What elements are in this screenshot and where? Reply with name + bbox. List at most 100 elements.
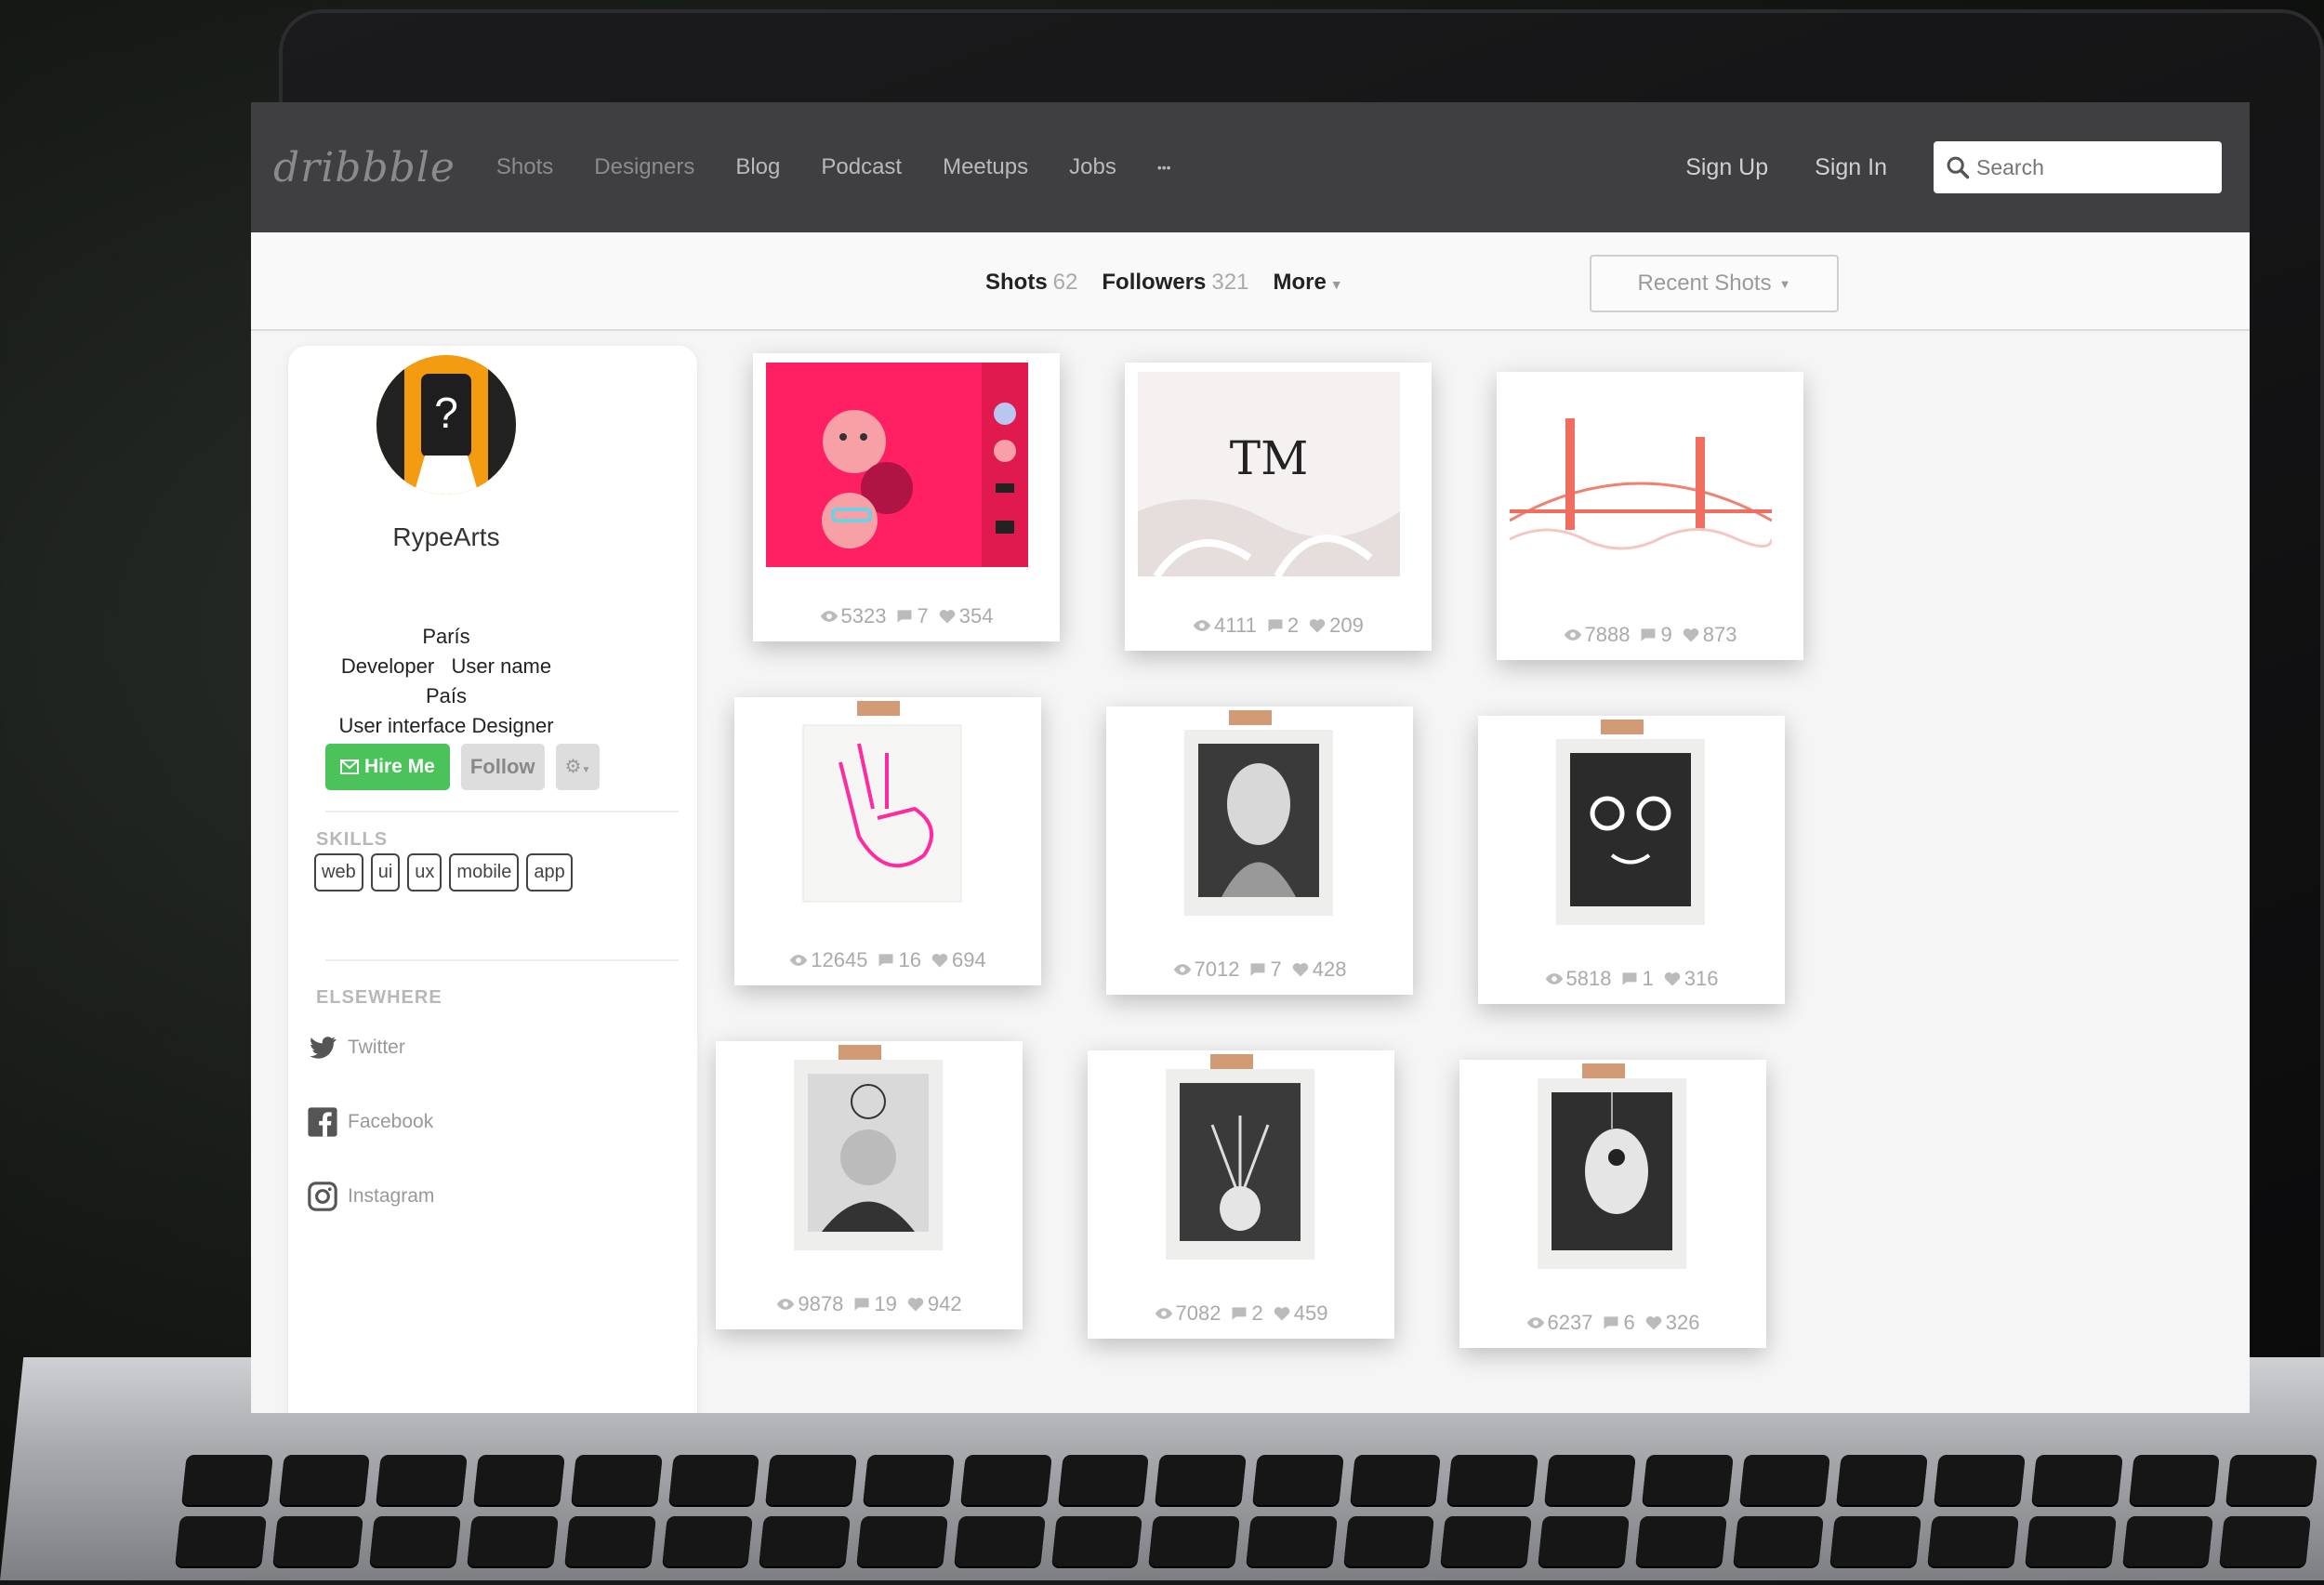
skill-tag[interactable]: app	[526, 853, 573, 892]
tab-more[interactable]: More ▼	[1273, 270, 1342, 296]
nav-jobs[interactable]: Jobs	[1069, 154, 1116, 180]
shot-card[interactable]: 9878 19 942	[716, 1041, 1023, 1329]
shot-artwork	[766, 363, 1028, 567]
nav-blog[interactable]: Blog	[735, 154, 780, 180]
shot-card[interactable]: 12645 16 694	[734, 697, 1041, 985]
nav-meetups[interactable]: Meetups	[943, 154, 1028, 180]
heart-icon	[1664, 971, 1680, 986]
heart-icon	[939, 609, 955, 624]
nav-more-dots[interactable]: •••	[1157, 160, 1171, 175]
profile-card: ? RypeArts París Developer User name Paí…	[288, 346, 697, 1413]
settings-dropdown[interactable]: ⚙▼	[555, 744, 601, 790]
browser-screen: dribbble Shots Designers Blog Podcast Me…	[251, 102, 2250, 1413]
sign-in-link[interactable]: Sign In	[1815, 154, 1887, 181]
sign-up-link[interactable]: Sign Up	[1685, 154, 1768, 181]
eye-icon	[1545, 973, 1563, 984]
shot-thumbnail[interactable]	[766, 363, 1028, 567]
keyboard-key	[1349, 1455, 1442, 1505]
skill-tag[interactable]: ux	[407, 853, 442, 892]
comment-count[interactable]: 1	[1620, 967, 1654, 991]
comment-count[interactable]: 7	[1248, 958, 1282, 982]
nav-designers[interactable]: Designers	[594, 154, 694, 180]
like-count[interactable]: 209	[1308, 614, 1364, 638]
keyboard-key	[2030, 1455, 2123, 1505]
like-count-value: 459	[1293, 1301, 1328, 1325]
nav-podcast[interactable]: Podcast	[821, 154, 902, 180]
comment-count[interactable]: 19	[852, 1292, 897, 1316]
social-facebook[interactable]: Facebook	[307, 1106, 433, 1138]
shot-thumbnail[interactable]	[1472, 1069, 1735, 1274]
comment-count[interactable]: 2	[1266, 614, 1299, 638]
shot-thumbnail[interactable]	[1119, 716, 1381, 920]
shot-thumbnail[interactable]	[747, 707, 1010, 911]
tab-shots-count: 62	[1052, 270, 1078, 295]
like-count[interactable]: 942	[906, 1292, 962, 1316]
like-count[interactable]: 316	[1663, 967, 1718, 991]
like-count[interactable]: 326	[1644, 1311, 1699, 1335]
shot-card[interactable]: 7888 9 873	[1497, 372, 1803, 660]
search-input[interactable]	[1974, 153, 2201, 181]
hire-me-button[interactable]: Hire Me	[325, 744, 450, 790]
nav-shots[interactable]: Shots	[496, 154, 553, 180]
comment-icon	[1268, 619, 1283, 632]
social-twitter[interactable]: Twitter	[307, 1032, 405, 1063]
shot-thumbnail[interactable]	[1101, 1060, 1363, 1264]
shot-card[interactable]: 7082 2 459	[1088, 1050, 1394, 1339]
keyboard-key	[175, 1516, 267, 1566]
tab-shots[interactable]: Shots 62	[985, 270, 1077, 296]
tab-followers[interactable]: Followers 321	[1102, 270, 1248, 296]
social-instagram[interactable]: Instagram	[307, 1181, 434, 1212]
shot-thumbnail[interactable]: TM	[1138, 372, 1400, 576]
chevron-down-icon: ▼	[581, 765, 591, 775]
keyboard-key	[1829, 1516, 1921, 1566]
heart-icon	[1274, 1306, 1289, 1321]
skills-list: web ui ux mobile app	[314, 853, 573, 892]
heart-icon	[1292, 962, 1308, 977]
like-count[interactable]: 694	[931, 948, 986, 972]
divider	[325, 959, 679, 961]
profile-role-line: Developer User name	[288, 654, 604, 679]
comment-icon	[1641, 628, 1656, 641]
comment-count[interactable]: 9	[1639, 623, 1672, 647]
skill-tag[interactable]: mobile	[449, 853, 520, 892]
search-box[interactable]	[1934, 141, 2222, 193]
shot-thumbnail[interactable]	[1491, 725, 1753, 930]
twitter-icon	[310, 1037, 337, 1059]
shot-card[interactable]: 5323 7 354	[753, 353, 1060, 641]
shot-card[interactable]: 5818 1 316	[1478, 716, 1785, 1004]
shot-card[interactable]: TM 4111 2 209	[1125, 363, 1432, 651]
like-count[interactable]: 873	[1682, 623, 1736, 647]
avatar[interactable]: ?	[376, 355, 516, 495]
shot-thumbnail[interactable]	[1510, 381, 1772, 586]
keyboard-key	[667, 1455, 760, 1505]
shot-stats: 7888 9 873	[1497, 623, 1803, 647]
shot-thumbnail[interactable]	[729, 1050, 991, 1255]
keyboard-key	[2025, 1516, 2117, 1566]
keyboard-key	[1732, 1516, 1825, 1566]
comment-icon	[878, 954, 893, 967]
keyboard-key	[1927, 1516, 2019, 1566]
recent-shots-dropdown[interactable]: Recent Shots ▼	[1590, 255, 1839, 312]
skills-heading: SKILLS	[316, 829, 389, 850]
shot-card[interactable]: 7012 7 428	[1106, 707, 1413, 995]
keyboard-key	[1836, 1455, 1928, 1505]
keyboard-key	[1148, 1516, 1240, 1566]
skill-tag[interactable]: web	[314, 853, 363, 892]
skill-tag[interactable]: ui	[370, 853, 401, 892]
comment-count[interactable]: 16	[877, 948, 921, 972]
comment-count-value: 1	[1642, 967, 1654, 990]
shot-card[interactable]: 6237 6 326	[1459, 1060, 1766, 1348]
like-count[interactable]: 428	[1291, 958, 1346, 982]
like-count[interactable]: 354	[938, 604, 993, 628]
comment-count[interactable]: 7	[895, 604, 929, 628]
follow-button[interactable]: Follow	[460, 744, 545, 790]
keyboard-key	[1440, 1516, 1533, 1566]
like-count[interactable]: 459	[1273, 1301, 1328, 1326]
dribbble-logo[interactable]: dribbble	[273, 144, 456, 192]
tab-more-label: More	[1273, 270, 1327, 295]
keyboard-key	[2128, 1455, 2221, 1505]
view-count-value: 7082	[1175, 1301, 1221, 1325]
comment-count[interactable]: 2	[1230, 1301, 1263, 1326]
comment-count[interactable]: 6	[1602, 1311, 1635, 1335]
view-count-value: 5323	[840, 604, 887, 627]
